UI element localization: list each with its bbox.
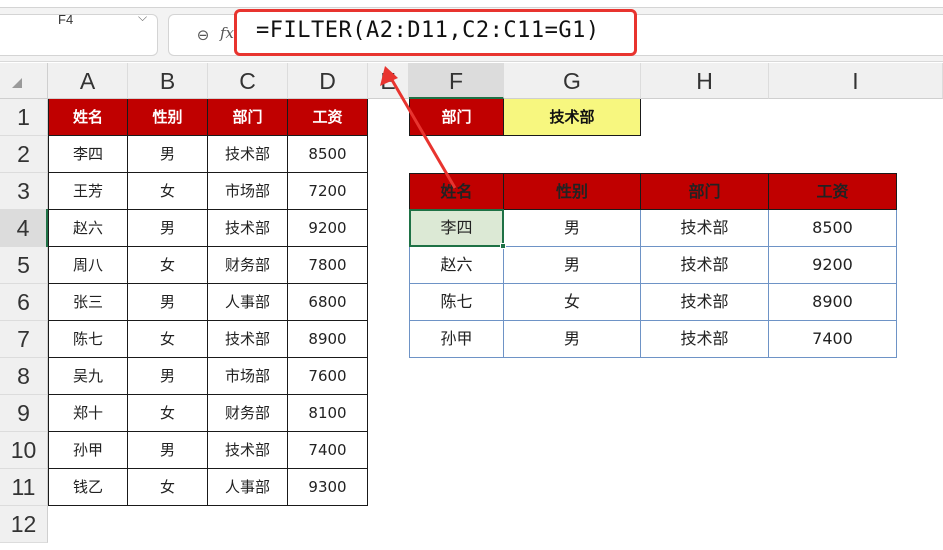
arrow-line [390, 79, 457, 189]
annotation-arrow [380, 66, 457, 189]
